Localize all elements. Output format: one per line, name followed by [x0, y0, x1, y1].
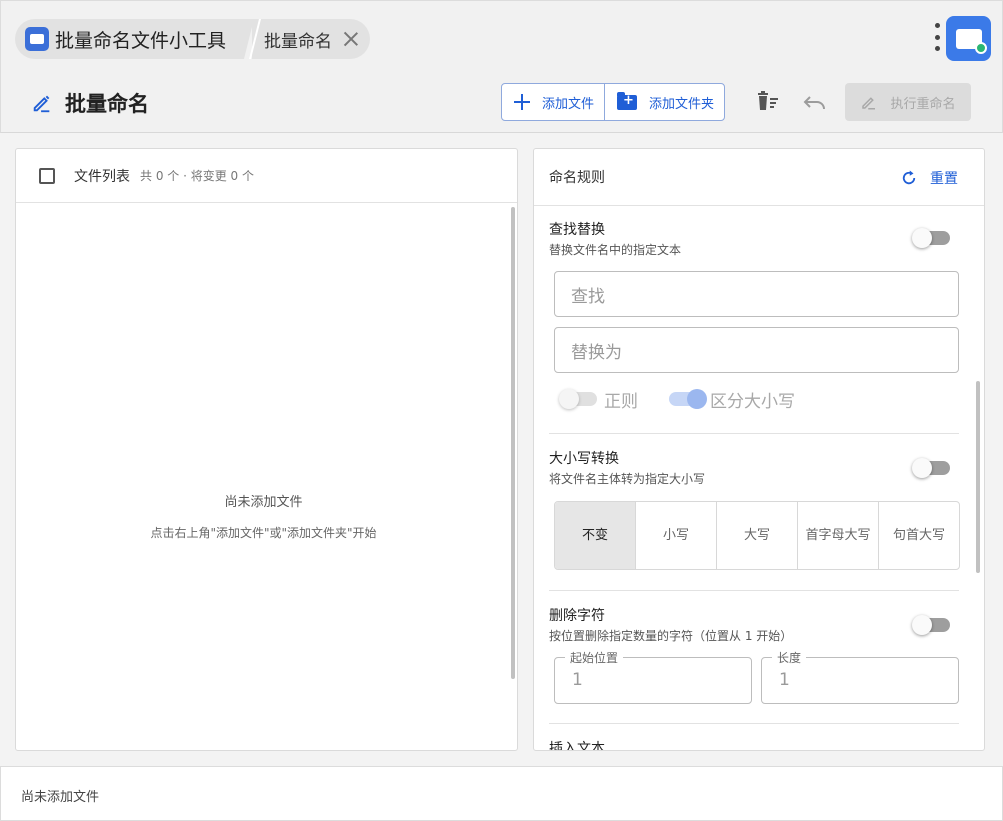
- reset-button[interactable]: 重置: [900, 168, 958, 188]
- add-folder-button[interactable]: 添加文件夹: [604, 84, 724, 120]
- regex-label: 正则: [604, 392, 638, 412]
- replace-placeholder: 替换为: [571, 342, 622, 363]
- breadcrumb: 批量命名文件小工具 批量命名: [15, 19, 371, 59]
- empty-state-title: 尚未添加文件: [224, 495, 303, 510]
- refresh-icon: [902, 170, 916, 185]
- toolbar: 批量命名 添加文件 添加文件夹 执行重命名: [0, 76, 1003, 133]
- start-position-value: 1: [572, 670, 583, 690]
- more-menu-icon[interactable]: [933, 23, 941, 51]
- file-list-header: 文件列表 共 0 个 · 将变更 0 个: [16, 149, 517, 203]
- case-sensitive-label: 区分大小写: [710, 392, 795, 412]
- find-replace-title: 查找替换: [549, 222, 605, 238]
- execute-rename-label: 执行重命名: [890, 96, 956, 112]
- case-sensitive-toggle[interactable]: [669, 389, 707, 409]
- rules-header: 命名规则 重置: [534, 149, 984, 206]
- app-status-icon[interactable]: [946, 16, 991, 61]
- page-title: 批量命名: [31, 88, 149, 118]
- length-label: 长度: [772, 649, 807, 666]
- empty-state-hint: 点击右上角"添加文件"或"添加文件夹"开始: [150, 526, 377, 540]
- rules-scrollbar[interactable]: [976, 381, 980, 573]
- add-file-button[interactable]: 添加文件: [502, 84, 604, 120]
- start-position-field[interactable]: 起始位置 1: [554, 649, 752, 704]
- case-convert-subtitle: 将文件名主体转为指定大小写: [549, 472, 706, 486]
- case-option-title[interactable]: 首字母大写: [797, 502, 878, 569]
- start-position-label: 起始位置: [565, 649, 624, 666]
- section-divider: [549, 723, 959, 724]
- select-all-checkbox[interactable]: [39, 167, 55, 184]
- reset-label: 重置: [930, 171, 958, 187]
- insert-text-title: 插入文本: [549, 741, 605, 751]
- delete-chars-toggle[interactable]: [912, 615, 950, 635]
- section-divider: [549, 433, 959, 434]
- find-replace-subtitle: 替换文件名中的指定文本: [549, 243, 682, 257]
- case-convert-title: 大小写转换: [549, 451, 619, 467]
- find-input[interactable]: 查找: [554, 271, 959, 317]
- tab-app-label: 批量命名文件小工具: [55, 29, 227, 52]
- title-bar: 批量命名文件小工具 批量命名: [0, 0, 1003, 76]
- length-value: 1: [779, 670, 790, 690]
- folder-add-icon: [617, 91, 638, 110]
- delete-chars-title: 删除字符: [549, 608, 605, 624]
- close-icon[interactable]: [342, 30, 360, 48]
- tab-page-label: 批量命名: [264, 31, 333, 52]
- case-option-lower[interactable]: 小写: [635, 502, 716, 569]
- tab-page[interactable]: 批量命名: [252, 19, 371, 59]
- add-folder-label: 添加文件夹: [649, 96, 715, 112]
- clear-list-icon[interactable]: [756, 90, 780, 114]
- section-divider: [549, 590, 959, 591]
- delete-chars-subtitle: 按位置删除指定数量的字符（位置从 1 开始）: [549, 629, 793, 643]
- file-list-panel: 文件列表 共 0 个 · 将变更 0 个 尚未添加文件 点击右上角"添加文件"或…: [15, 148, 518, 751]
- file-list-scrollbar[interactable]: [511, 207, 515, 679]
- status-bar: 尚未添加文件: [0, 766, 1003, 821]
- find-replace-toggle[interactable]: [912, 228, 950, 248]
- status-text: 尚未添加文件: [21, 790, 100, 805]
- add-button-group: 添加文件 添加文件夹: [501, 83, 726, 121]
- file-list-summary: 共 0 个 · 将变更 0 个: [140, 169, 254, 183]
- regex-toggle[interactable]: [559, 389, 597, 409]
- execute-rename-button[interactable]: 执行重命名: [845, 83, 971, 121]
- case-option-unchanged[interactable]: 不变: [555, 502, 635, 569]
- case-mode-selector: 不变 小写 大写 首字母大写 句首大写: [554, 501, 960, 570]
- file-list-title: 文件列表: [74, 168, 130, 185]
- tab-app[interactable]: 批量命名文件小工具: [15, 19, 255, 59]
- app-icon: [25, 27, 49, 51]
- add-file-label: 添加文件: [542, 96, 595, 112]
- find-placeholder: 查找: [571, 286, 605, 307]
- case-option-upper[interactable]: 大写: [716, 502, 797, 569]
- page-title-text: 批量命名: [65, 92, 149, 116]
- pencil-icon: [862, 97, 876, 110]
- case-option-sentence[interactable]: 句首大写: [878, 502, 959, 569]
- edit-icon: [33, 95, 50, 113]
- naming-rules-panel: 命名规则 重置 查找替换 替换文件名中的指定文本 查找 替换为 正则 区分大小写…: [533, 148, 985, 751]
- rules-title: 命名规则: [549, 170, 605, 186]
- replace-input[interactable]: 替换为: [554, 327, 959, 373]
- case-convert-toggle[interactable]: [912, 458, 950, 478]
- plus-icon: [514, 94, 530, 110]
- length-field[interactable]: 长度 1: [761, 649, 959, 704]
- undo-icon[interactable]: [802, 90, 828, 114]
